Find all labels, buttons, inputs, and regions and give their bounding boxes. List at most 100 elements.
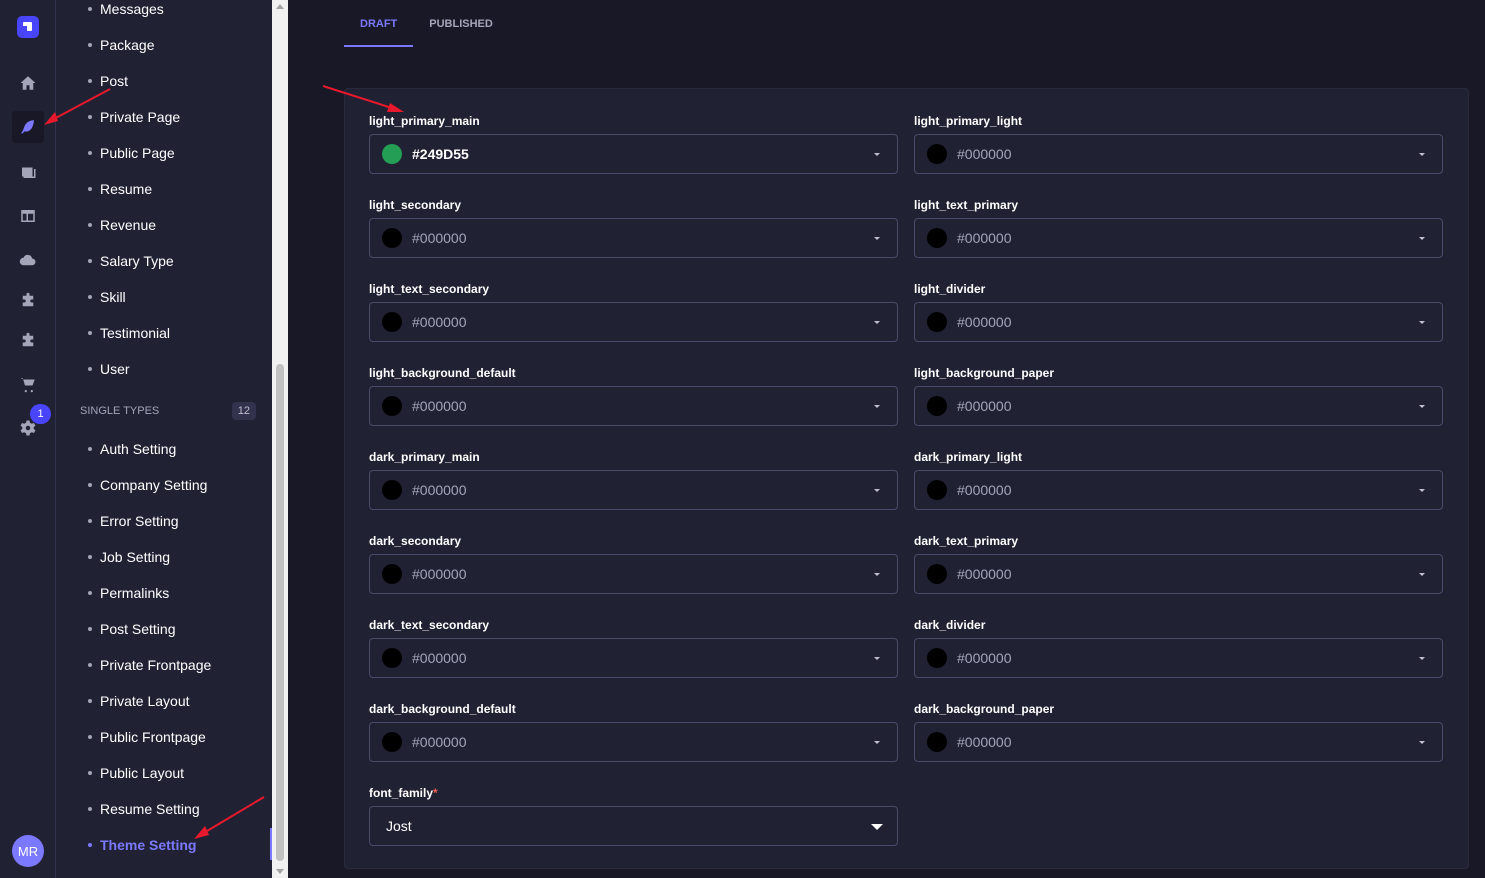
puzzle-icon[interactable] [12,285,44,317]
bullet-icon [88,115,92,119]
color-picker-select[interactable]: #000000 [914,218,1443,258]
tab-draft[interactable]: DRAFT [344,0,414,47]
nav-item-resume-setting[interactable]: Resume Setting [88,799,200,819]
nav-item-messages[interactable]: Messages [88,0,164,19]
cloud-icon[interactable] [12,244,44,276]
tab-published[interactable]: PUBLISHED [413,0,509,47]
color-swatch[interactable] [927,480,947,500]
color-picker-select[interactable]: #000000 [914,554,1443,594]
color-picker-select[interactable]: #000000 [369,218,898,258]
chevron-down-icon[interactable] [874,489,880,492]
color-swatch[interactable] [927,564,947,584]
scroll-up-icon[interactable] [276,4,284,9]
nav-item-theme-setting[interactable]: Theme Setting [88,835,196,855]
color-swatch[interactable] [927,228,947,248]
color-picker-select[interactable]: #000000 [914,386,1443,426]
color-swatch[interactable] [382,480,402,500]
chevron-down-icon[interactable] [874,321,880,324]
nav-item-resume[interactable]: Resume [88,179,152,199]
chevron-down-icon[interactable] [1419,153,1425,156]
chevron-down-icon[interactable] [874,657,880,660]
bullet-icon [88,591,92,595]
bullet-icon [88,627,92,631]
chevron-down-icon[interactable] [874,573,880,576]
chevron-down-icon[interactable] [874,237,880,240]
color-picker-select[interactable]: #249D55 [369,134,898,174]
color-picker-select[interactable]: #000000 [369,722,898,762]
color-swatch[interactable] [382,312,402,332]
font-family-select[interactable]: Jost [369,806,898,846]
color-picker-select[interactable]: #000000 [369,470,898,510]
chevron-down-icon[interactable] [1419,405,1425,408]
color-swatch[interactable] [382,732,402,752]
bullet-icon [88,699,92,703]
chevron-down-icon[interactable] [1419,657,1425,660]
chevron-down-icon[interactable] [1419,237,1425,240]
color-swatch[interactable] [927,648,947,668]
color-picker-select[interactable]: #000000 [369,638,898,678]
color-swatch[interactable] [382,144,402,164]
color-swatch[interactable] [927,312,947,332]
color-field-light-text-secondary: light_text_secondary #000000 [369,282,898,342]
nav-item-permalinks[interactable]: Permalinks [88,583,169,603]
nav-item-revenue[interactable]: Revenue [88,215,156,235]
color-field-light-primary-light: light_primary_light #000000 [914,114,1443,174]
scroll-down-icon[interactable] [276,869,284,874]
color-picker-select[interactable]: #000000 [914,722,1443,762]
app-window: 1 MR Messages Package Post Private Page … [0,0,1485,878]
nav-item-salary-type[interactable]: Salary Type [88,251,174,271]
nav-item-package[interactable]: Package [88,35,154,55]
nav-item-job-setting[interactable]: Job Setting [88,547,170,567]
color-swatch[interactable] [382,648,402,668]
color-value: #000000 [957,566,1012,582]
scrollbar-thumb[interactable] [276,364,284,861]
nav-item-testimonial[interactable]: Testimonial [88,323,170,343]
chevron-down-icon[interactable] [874,405,880,408]
chevron-down-icon[interactable] [1419,489,1425,492]
chevron-down-icon[interactable] [871,824,883,830]
color-swatch[interactable] [927,144,947,164]
chevron-down-icon[interactable] [874,741,880,744]
subnav-scrollbar[interactable] [272,0,288,878]
color-swatch[interactable] [382,396,402,416]
color-value: #000000 [957,482,1012,498]
color-picker-select[interactable]: #000000 [369,554,898,594]
nav-item-public-frontpage[interactable]: Public Frontpage [88,727,206,747]
chevron-down-icon[interactable] [1419,741,1425,744]
nav-item-private-layout[interactable]: Private Layout [88,691,190,711]
color-picker-select[interactable]: #000000 [369,386,898,426]
user-avatar[interactable]: MR [12,835,44,867]
color-picker-select[interactable]: #000000 [914,134,1443,174]
home-icon[interactable] [12,67,44,99]
color-picker-select[interactable]: #000000 [914,638,1443,678]
app-logo[interactable] [17,16,39,38]
puzzle-icon[interactable] [12,325,44,357]
theme-settings-form: light_primary_main #249D55 light_primary_l… [344,88,1469,869]
single-types-header[interactable]: SINGLE TYPES 12 [80,400,256,422]
color-picker-select[interactable]: #000000 [369,302,898,342]
color-swatch[interactable] [382,564,402,584]
nav-item-skill[interactable]: Skill [88,287,126,307]
cart-icon[interactable] [12,368,44,400]
nav-item-public-page[interactable]: Public Page [88,143,175,163]
nav-item-private-page[interactable]: Private Page [88,107,180,127]
nav-item-error-setting[interactable]: Error Setting [88,511,179,531]
color-swatch[interactable] [927,732,947,752]
nav-item-private-frontpage[interactable]: Private Frontpage [88,655,211,675]
chevron-down-icon[interactable] [1419,573,1425,576]
media-library-icon[interactable] [12,156,44,188]
nav-item-post[interactable]: Post [88,71,128,91]
color-picker-select[interactable]: #000000 [914,302,1443,342]
color-swatch[interactable] [927,396,947,416]
feather-icon[interactable] [12,111,44,143]
nav-item-company-setting[interactable]: Company Setting [88,475,207,495]
layout-icon[interactable] [12,200,44,232]
nav-item-public-layout[interactable]: Public Layout [88,763,184,783]
nav-item-user[interactable]: User [88,359,130,379]
chevron-down-icon[interactable] [874,153,880,156]
color-swatch[interactable] [382,228,402,248]
nav-item-auth-setting[interactable]: Auth Setting [88,439,176,459]
chevron-down-icon[interactable] [1419,321,1425,324]
color-picker-select[interactable]: #000000 [914,470,1443,510]
nav-item-post-setting[interactable]: Post Setting [88,619,176,639]
